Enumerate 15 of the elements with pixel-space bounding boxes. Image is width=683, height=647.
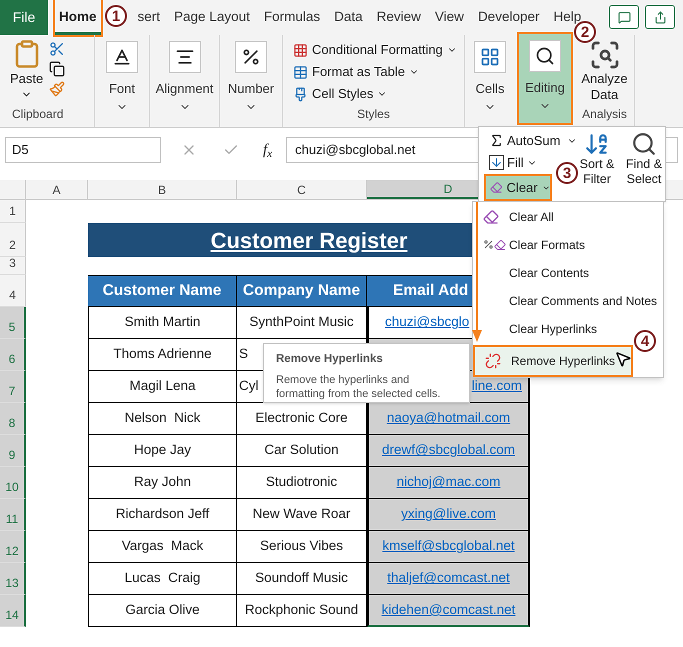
table-cell: Smith Martin: [88, 307, 237, 339]
table-cell: Garcia Olive: [88, 595, 237, 627]
table-cell: Thoms Adrienne: [88, 339, 237, 371]
table-cell: Hope Jay: [88, 435, 237, 467]
group-label: Styles: [357, 106, 391, 123]
column-heading: Company Name: [237, 275, 367, 307]
table-cell: Nelson Nick: [88, 403, 237, 435]
table-cell: Vargas Mack: [88, 531, 237, 563]
column-heading: Customer Name: [88, 275, 237, 307]
table-cell: Ray John: [88, 467, 237, 499]
group-label: Clipboard: [11, 106, 64, 123]
table-cell: Richardson Jeff: [88, 499, 237, 531]
group-label: Analysis: [582, 106, 627, 123]
table-cell: Magil Lena: [88, 371, 237, 403]
table-cell: Lucas Craig: [88, 563, 237, 595]
